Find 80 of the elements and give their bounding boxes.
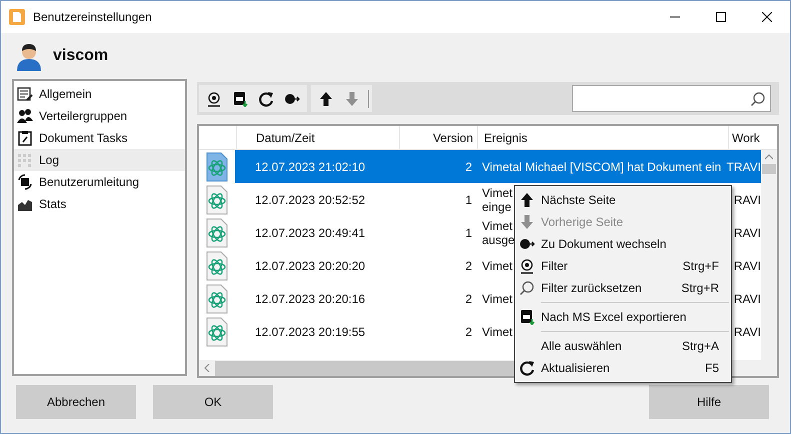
- down-arrow-icon: [344, 90, 360, 106]
- table-cell-text: RAVI: [734, 324, 761, 340]
- sidebar-item[interactable]: Verteilergruppen: [14, 105, 185, 127]
- table-cell: Vimet ausge: [482, 218, 515, 246]
- window-title: Benutzereinstellungen: [33, 9, 152, 26]
- column-header[interactable]: Ereignis: [477, 126, 728, 149]
- document-icon: [206, 184, 228, 214]
- column-header[interactable]: Datum/Zeit: [236, 126, 399, 149]
- column-header[interactable]: Work: [728, 126, 762, 149]
- search-icon: [519, 280, 535, 296]
- sidebar-item[interactable]: Allgemein: [14, 83, 185, 105]
- table-cell-text: 1: [465, 224, 472, 242]
- table-cell-text: 1: [465, 192, 472, 208]
- sidebar-item[interactable]: Stats: [14, 193, 185, 215]
- table-cell: 12.07.2023 20:20:16: [255, 292, 366, 306]
- dialog-button[interactable]: Abbrechen: [16, 385, 136, 419]
- sidebar-item[interactable]: Benutzerumleitung: [14, 171, 185, 193]
- document-icon: [9, 9, 25, 25]
- up-arrow-icon: [519, 192, 535, 208]
- vertical-scrollbar[interactable]: [761, 150, 777, 360]
- grid-dots-icon: [17, 152, 33, 168]
- document-icon: [206, 250, 228, 280]
- clipboard-icon: [17, 130, 33, 146]
- document-icon: [206, 218, 228, 248]
- people-icon: [17, 108, 33, 124]
- user-name: viscom: [53, 46, 108, 66]
- table-cell: Vimet: [482, 258, 512, 272]
- menu-item[interactable]: Nächste Seite: [515, 189, 731, 211]
- table-cell-text: 2: [465, 290, 472, 308]
- refresh-icon: [258, 90, 274, 106]
- search-field[interactable]: [572, 85, 771, 112]
- table-cell-text: 2: [465, 158, 472, 176]
- menu-item[interactable]: Alle auswählen Strg+A: [515, 335, 731, 357]
- table-cell-text: RAVI: [734, 192, 761, 208]
- document-icon: [206, 316, 228, 346]
- menu-item[interactable]: Nach MS Excel exportieren: [515, 306, 731, 328]
- scroll-up-icon[interactable]: [765, 153, 773, 161]
- selected-row-highlight[interactable]: 12.07.2023 21:02:10 2 Vimetal Michael [VISCOM] hat Dokument ein TRAVI: [235, 150, 761, 183]
- table-cell: Vimetal Michael [VISCOM] hat Dokument ein: [482, 160, 722, 174]
- maximize-icon: [716, 12, 726, 22]
- table-cell: 12.07.2023 20:49:41: [255, 226, 366, 240]
- table-cell-text: RAVI: [734, 224, 761, 242]
- menu-item[interactable]: Filter Strg+F: [515, 255, 731, 277]
- table-cell: 12.07.2023 20:20:20: [255, 258, 366, 272]
- filter-icon: [206, 90, 222, 106]
- table-cell: Vimet einge: [482, 186, 512, 214]
- menu-item[interactable]: Filter zurücksetzen Strg+R: [515, 277, 731, 299]
- table-cell: 12.07.2023 20:19:55: [255, 324, 366, 338]
- table-cell: 12.07.2023 20:52:52: [255, 192, 366, 206]
- close-icon: [762, 12, 772, 22]
- down-arrow-icon: [519, 214, 535, 230]
- table-cell-text: RAVI: [734, 290, 761, 308]
- sidebar-item[interactable]: Log: [14, 149, 185, 171]
- help-button[interactable]: Hilfe: [649, 385, 769, 419]
- redirect-icon: [17, 174, 33, 190]
- user-avatar-icon: [15, 41, 43, 71]
- dialog-button[interactable]: OK: [153, 385, 273, 419]
- table-cell: 12.07.2023 21:02:10: [255, 160, 366, 174]
- table-cell-text: 2: [465, 258, 472, 274]
- up-arrow-icon: [318, 90, 334, 106]
- scroll-left-icon[interactable]: [203, 364, 211, 372]
- spreadsheet-export-icon: [232, 90, 248, 106]
- document-icon: [206, 152, 228, 182]
- sidebar-item[interactable]: Dokument Tasks: [14, 127, 185, 149]
- menu-item[interactable]: Aktualisieren F5: [515, 357, 731, 379]
- spreadsheet-export-icon: [519, 309, 535, 325]
- filter-icon: [519, 258, 535, 274]
- table-cell: Vimet: [482, 324, 512, 338]
- column-header[interactable]: Version: [399, 126, 477, 149]
- search-icon: [750, 90, 766, 106]
- menu-item[interactable]: Zu Dokument wechseln: [515, 233, 731, 255]
- form-icon: [17, 86, 33, 102]
- arrow-circle-icon: [519, 236, 535, 252]
- table-cell-text: RAVI: [734, 258, 761, 274]
- refresh-icon: [519, 360, 535, 376]
- table-cell: Vimet: [482, 292, 512, 306]
- table-cell-text: 2: [465, 324, 472, 340]
- scroll-thumb[interactable]: [762, 164, 776, 174]
- table-cell-text: TRAVI: [726, 158, 761, 176]
- document-icon: [206, 284, 228, 314]
